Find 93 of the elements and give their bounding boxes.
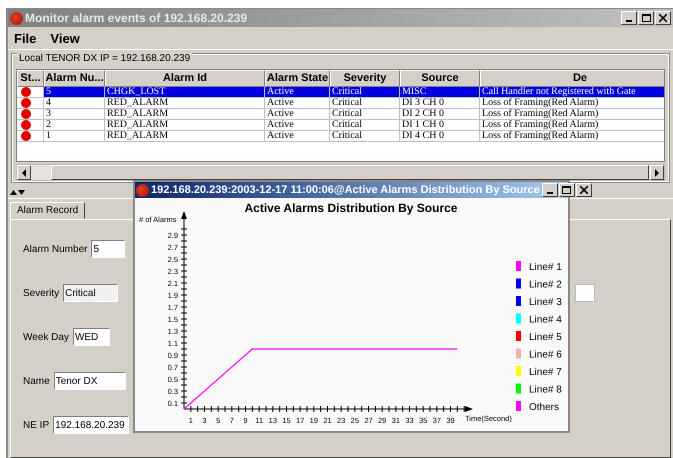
input-field[interactable]: Tenor DX	[54, 372, 126, 390]
field-label: Alarm Number	[23, 244, 88, 254]
table-cell: Critical	[330, 131, 400, 142]
input-field[interactable]	[575, 284, 595, 302]
input-field[interactable]: 192.168.20.239	[53, 416, 130, 434]
column-header[interactable]: St...	[17, 70, 44, 87]
status-dot-icon	[21, 109, 31, 119]
legend-label: Line# 4	[529, 314, 562, 326]
status-dot-icon	[21, 120, 31, 130]
column-header[interactable]: Alarm State	[265, 70, 330, 87]
menu-item[interactable]: View	[50, 30, 80, 46]
input-field[interactable]: WED	[72, 328, 110, 346]
legend-label: Line# 8	[529, 384, 562, 396]
tab[interactable]: Alarm Record	[10, 202, 86, 219]
maximize-icon	[562, 186, 572, 194]
table-row[interactable]: 2 RED_ALARM Active Critical DI 1 CH 0 Loss of Framing(Red Alarm)	[17, 120, 664, 131]
table-cell: Active	[265, 120, 330, 131]
horizontal-scrollbar[interactable]	[16, 164, 665, 181]
scroll-thumb[interactable]	[51, 165, 649, 180]
table-cell: Critical	[330, 87, 400, 98]
group-title: Local TENOR DX IP = 192.168.20.239	[17, 53, 192, 64]
table-cell: Loss of Framing(Red Alarm)	[480, 98, 664, 109]
close-button[interactable]	[655, 11, 671, 25]
alarm-icon	[136, 184, 149, 196]
close-icon	[659, 14, 667, 22]
field-label: Severity	[23, 288, 60, 298]
table-cell: DI 3 CH 0	[400, 98, 480, 109]
table-row[interactable]: 3 RED_ALARM Active Critical DI 2 CH 0 Loss of Framing(Red Alarm)	[17, 109, 664, 120]
scroll-left-button[interactable]	[17, 165, 31, 180]
field-label: NE IP	[23, 420, 50, 430]
legend-label: Others	[529, 402, 560, 413]
table-cell: CHGK_LOST	[105, 87, 265, 98]
close-button[interactable]	[576, 183, 592, 197]
column-header[interactable]: Source	[400, 70, 480, 87]
menu-item[interactable]: File	[14, 30, 36, 46]
table-cell: Critical	[330, 98, 400, 109]
right-arrow-icon	[654, 168, 660, 177]
close-icon	[580, 186, 588, 194]
table-cell: RED_ALARM	[105, 109, 265, 120]
legend-label: Line# 7	[529, 367, 562, 378]
left-arrow-icon	[21, 168, 27, 177]
legend-label: Line# 2	[529, 280, 562, 290]
table-cell: DI 1 CH 0	[400, 120, 480, 131]
table-cell: 3	[44, 109, 105, 120]
window-title: 192.168.20.239:2003-12-17 11:00:06@Active Alarms Distribution By Source	[151, 184, 540, 196]
table-row[interactable]: 5 CHGK_LOST Active Critical MISC Call Handler not Registered with Gate	[17, 87, 664, 98]
column-header[interactable]: Alarm Nu...	[44, 70, 105, 87]
column-header[interactable]: Alarm Id	[105, 70, 265, 87]
table-cell: Active	[265, 98, 330, 109]
column-header[interactable]: De	[480, 70, 664, 87]
field-label: Name	[23, 376, 50, 386]
table-cell: MISC	[400, 87, 480, 98]
table-cell: 4	[44, 98, 105, 109]
table-cell: Active	[265, 87, 330, 98]
legend-label: Line# 3	[529, 297, 562, 308]
splitter-arrows-icon[interactable]	[10, 190, 26, 196]
table-row[interactable]: 4 RED_ALARM Active Critical DI 3 CH 0 Loss of Framing(Red Alarm)	[17, 98, 664, 109]
table-cell: Critical	[330, 109, 400, 120]
status-dot-icon	[21, 131, 31, 141]
table-row[interactable]: 1 RED_ALARM Active Critical DI 4 CH 0 Loss of Framing(Red Alarm)	[17, 131, 664, 142]
table-cell: Active	[265, 131, 330, 142]
table-cell: 2	[44, 120, 105, 131]
maximize-button[interactable]	[558, 183, 575, 197]
table-cell: DI 2 CH 0	[400, 109, 480, 120]
table-cell: 5	[44, 87, 105, 98]
legend-label: Line# 5	[529, 332, 562, 343]
table-cell: RED_ALARM	[105, 120, 265, 131]
status-dot-icon	[21, 87, 31, 97]
input-field[interactable]: Critical	[63, 284, 118, 302]
maximize-button[interactable]	[638, 11, 654, 25]
legend-label: Line# 6	[529, 350, 562, 360]
table-cell: Call Handler not Registered with Gate	[480, 87, 664, 98]
alarm-icon	[10, 12, 23, 24]
table-cell: Loss of Framing(Red Alarm)	[480, 109, 664, 120]
scroll-right-button[interactable]	[650, 165, 664, 180]
table-cell: Loss of Framing(Red Alarm)	[480, 131, 664, 142]
table-cell: DI 4 CH 0	[400, 131, 480, 142]
table-cell: Active	[265, 109, 330, 120]
legend-label: Line# 1	[529, 262, 562, 273]
minimize-button[interactable]	[542, 183, 558, 197]
window-title: Monitor alarm events of 192.168.20.239	[25, 11, 248, 25]
table-cell: Loss of Framing(Red Alarm)	[480, 120, 664, 131]
input-field[interactable]: 5	[91, 240, 126, 258]
minimize-button[interactable]	[621, 11, 637, 25]
table-cell: RED_ALARM	[105, 131, 265, 142]
field-label: Week Day	[23, 332, 69, 342]
table-cell: 1	[44, 131, 105, 142]
chart-title: Active Alarms Distribution By Source	[244, 201, 458, 215]
table-cell: RED_ALARM	[105, 98, 265, 109]
table-cell: Critical	[330, 120, 400, 131]
status-dot-icon	[21, 98, 31, 108]
column-header[interactable]: Severity	[330, 70, 400, 87]
maximize-icon	[642, 14, 650, 22]
